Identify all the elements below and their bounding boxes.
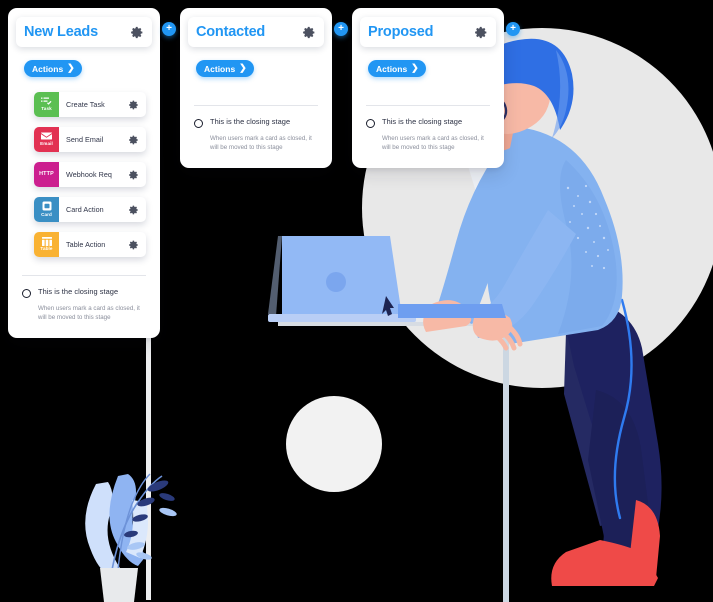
action-item-name: Create Task [66, 100, 105, 109]
chevron-right-icon: ❯ [67, 62, 75, 73]
kanban-board: New Leads Actions ❯ Task Create Task Ema… [0, 0, 713, 350]
plus-circle-icon: + [166, 23, 172, 34]
column-title: Proposed [368, 23, 434, 40]
radio-unchecked-icon[interactable] [366, 118, 375, 128]
plus-circle-icon: + [338, 23, 344, 34]
closing-stage-description: When users mark a card as closed, it wil… [38, 304, 140, 322]
radio-unchecked-icon[interactable] [194, 118, 203, 128]
plant-leaves-dark [124, 480, 175, 538]
actions-label: Actions [204, 63, 236, 74]
gear-icon[interactable] [129, 135, 139, 145]
action-item-create-task[interactable]: Task Create Task [34, 92, 146, 117]
closing-stage-block: This is the closing stage When users mar… [366, 118, 486, 153]
plant-pot [100, 568, 138, 602]
badge-label: Table [40, 246, 53, 252]
plant-stem-2 [117, 473, 151, 571]
leg-back [564, 332, 644, 526]
column-header[interactable]: Proposed [360, 17, 496, 47]
closing-stage-description: When users mark a card as closed, it wil… [210, 134, 312, 152]
column-header[interactable]: Contacted [188, 17, 324, 47]
plant-stem-1 [111, 475, 163, 571]
http-text-icon: HTTP [34, 162, 59, 187]
kanban-column-contacted[interactable]: Contacted Actions ❯ This is the closing … [180, 8, 332, 168]
action-item-name: Send Email [66, 135, 104, 144]
column-divider [194, 105, 318, 106]
column-divider [22, 275, 146, 276]
shoe-back [628, 500, 660, 578]
action-item-name: Table Action [66, 240, 106, 249]
action-item-webhook-req[interactable]: HTTP Webhook Req [34, 162, 146, 187]
pole-left [146, 322, 151, 600]
actions-button[interactable]: Actions ❯ [196, 60, 254, 77]
add-column-button-1[interactable]: + [162, 22, 176, 36]
gear-icon[interactable] [303, 26, 316, 39]
closing-stage-block: This is the closing stage When users mar… [22, 288, 142, 323]
gear-icon[interactable] [129, 240, 139, 250]
chevron-right-icon: ❯ [411, 62, 419, 73]
chevron-right-icon: ❯ [239, 62, 247, 73]
closing-stage-title: This is the closing stage [38, 287, 119, 296]
plant-leaves-light [127, 507, 177, 560]
action-item-table-action[interactable]: Table Table Action [34, 232, 146, 257]
gear-icon[interactable] [129, 205, 139, 215]
closing-stage-title: This is the closing stage [382, 117, 463, 126]
kanban-column-proposed[interactable]: Proposed Actions ❯ This is the closing s… [352, 8, 504, 168]
gear-icon[interactable] [131, 26, 144, 39]
table-grid-icon: Table [34, 232, 59, 257]
actions-button[interactable]: Actions ❯ [368, 60, 426, 77]
gear-icon[interactable] [129, 100, 139, 110]
column-title: New Leads [24, 23, 98, 40]
action-item-list: Task Create Task Email Send Email HTTP W… [34, 92, 146, 257]
column-title: Contacted [196, 23, 266, 40]
column-divider [366, 105, 490, 106]
closing-stage-description: When users mark a card as closed, it wil… [382, 134, 484, 152]
plant-leaf-pale2 [126, 500, 148, 558]
kanban-column-new-leads[interactable]: New Leads Actions ❯ Task Create Task Ema… [8, 8, 160, 338]
closing-stage-title: This is the closing stage [210, 117, 291, 126]
actions-button[interactable]: Actions ❯ [24, 60, 82, 77]
radio-unchecked-icon[interactable] [22, 288, 31, 298]
add-column-button-3[interactable]: + [506, 22, 520, 36]
shoe-front [551, 540, 658, 586]
task-list-check-icon: Task [34, 92, 59, 117]
action-item-send-email[interactable]: Email Send Email [34, 127, 146, 152]
column-header[interactable]: New Leads [16, 17, 152, 47]
plant-leaf-pale [85, 482, 120, 576]
badge-label: Card [41, 211, 52, 217]
plant-leaf-light [109, 474, 146, 566]
action-item-card-action[interactable]: Card Card Action [34, 197, 146, 222]
leg-front [588, 390, 654, 556]
closing-stage-block: This is the closing stage When users mar… [194, 118, 314, 153]
screenshot-root: New Leads Actions ❯ Task Create Task Ema… [0, 0, 713, 602]
badge-label: Email [40, 140, 53, 146]
actions-label: Actions [32, 63, 64, 74]
actions-label: Actions [376, 63, 408, 74]
accent-circle-small [286, 396, 382, 492]
envelope-icon: Email [34, 127, 59, 152]
badge-label: Task [41, 106, 52, 112]
plus-circle-icon: + [510, 23, 516, 34]
action-item-name: Card Action [66, 205, 104, 214]
gear-icon[interactable] [475, 26, 488, 39]
add-column-button-2[interactable]: + [334, 22, 348, 36]
card-square-icon: Card [34, 197, 59, 222]
action-item-name: Webhook Req [66, 170, 112, 179]
gear-icon[interactable] [129, 170, 139, 180]
